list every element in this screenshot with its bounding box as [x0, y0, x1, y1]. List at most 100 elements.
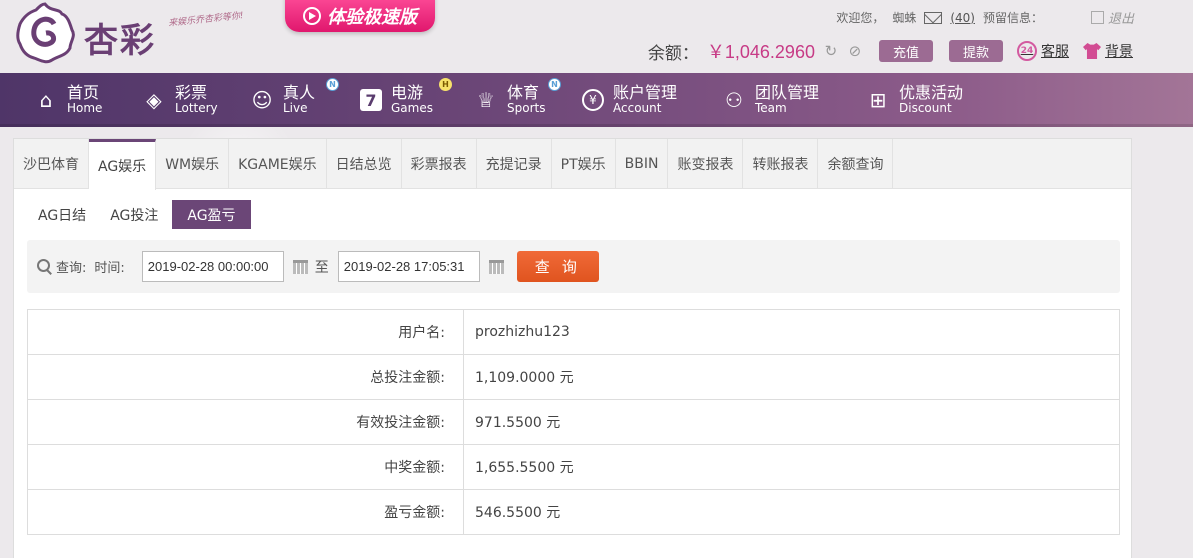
tab-shaba-sports[interactable]: 沙巴体育 [14, 139, 89, 189]
time-label: 时间: [94, 261, 125, 276]
nav-item-discount[interactable]: ⊞ 优惠活动 Discount [866, 73, 963, 127]
subtab-ag-daily[interactable]: AG日结 [28, 200, 96, 229]
hot-badge: H [439, 78, 452, 91]
calendar-icon[interactable] [292, 259, 308, 274]
balance-value: ￥1,046.2960 [706, 42, 815, 62]
table-row: 总投注金额: 1,109.0000 元 [27, 354, 1120, 400]
nav-label-cn: 体育 [507, 83, 540, 103]
query-bar: 查询: 时间: 至 查 询 [27, 240, 1120, 293]
service-24-icon: 24 [1017, 41, 1037, 61]
nav-label-en: Home [67, 101, 103, 116]
table-row: 中奖金额: 1,655.5500 元 [27, 444, 1120, 490]
welcome-text: 欢迎您， [836, 11, 885, 25]
balance-row: 余额： ￥1,046.2960 ↻ ⊘ 充值 提款 24 客服 背景 [648, 38, 1133, 64]
mail-count-link[interactable]: (40) [950, 11, 975, 25]
nav-item-games[interactable]: 7 电游 Games H [360, 73, 452, 127]
header: 杏彩 来娱乐乔杏彩等你! 体验极速版 欢迎您， 蜘蛛 (40) 预留信息： 退出… [0, 0, 1193, 73]
nav-label-en: Games [391, 101, 433, 116]
edit-icon [1090, 11, 1104, 24]
shirt-icon [1083, 43, 1101, 59]
row-value: prozhizhu123 [463, 309, 1120, 355]
row-value: 1,109.0000 元 [463, 354, 1120, 400]
tab-daily-overview[interactable]: 日结总览 [327, 139, 402, 189]
logout-label: 退出 [1107, 12, 1134, 27]
nav-label-en: Team [755, 101, 787, 116]
report-tabs: 沙巴体育 AG娱乐 WM娱乐 KGAME娱乐 日结总览 彩票报表 充提记录 PT… [14, 139, 1131, 190]
table-row: 有效投注金额: 971.5500 元 [27, 399, 1120, 445]
notice-label: 预留信息： [982, 11, 1043, 25]
tab-balance-query[interactable]: 余额查询 [818, 139, 894, 189]
logo-icon[interactable] [14, 2, 76, 64]
background-label: 背景 [1105, 44, 1133, 60]
deposit-button[interactable]: 充值 [878, 40, 933, 62]
withdraw-button[interactable]: 提款 [948, 40, 1003, 62]
nav-label-cn: 账户管理 [613, 83, 678, 103]
subtab-ag-bets[interactable]: AG投注 [100, 200, 168, 229]
gift-icon: ⊞ [869, 88, 887, 112]
tab-lottery-report[interactable]: 彩票报表 [402, 139, 477, 189]
query-label: 查询: [56, 261, 87, 276]
logout-link[interactable]: 退出 [1090, 8, 1134, 27]
row-label: 中奖金额: [27, 444, 464, 490]
dealer-icon: ☺ [251, 88, 273, 112]
background-link[interactable]: 背景 [1083, 41, 1133, 61]
query-button[interactable]: 查 询 [516, 251, 599, 282]
calendar-icon[interactable] [488, 259, 504, 274]
balance-label: 余额： [647, 43, 699, 64]
nav-label-cn: 电游 [391, 83, 424, 103]
logo-text: 杏彩 [84, 21, 156, 61]
refresh-icon[interactable]: ↻ [823, 43, 839, 59]
nav-label-en: Lottery [175, 101, 218, 116]
nav-item-sports[interactable]: ♕ 体育 Sports N [474, 73, 561, 127]
nav-label-en: Account [613, 101, 662, 116]
table-row: 用户名: prozhizhu123 [27, 309, 1120, 355]
promo-banner[interactable]: 体验极速版 [285, 0, 435, 32]
table-row: 盈亏金额: 546.5500 元 [27, 489, 1120, 535]
new-badge: N [548, 78, 561, 91]
search-icon [37, 259, 52, 274]
service-link[interactable]: 24 客服 [1017, 41, 1069, 61]
nav-label-cn: 优惠活动 [899, 83, 964, 103]
subtab-ag-profit[interactable]: AG盈亏 [172, 200, 251, 229]
row-value: 971.5500 元 [463, 399, 1120, 445]
service-label: 客服 [1041, 44, 1069, 60]
nav-item-account[interactable]: ¥ 账户管理 Account [582, 73, 677, 127]
user-info: 欢迎您， 蜘蛛 (40) 预留信息： [836, 9, 1043, 26]
play-icon [303, 7, 321, 25]
report-panel: 沙巴体育 AG娱乐 WM娱乐 KGAME娱乐 日结总览 彩票报表 充提记录 PT… [13, 138, 1132, 558]
profit-table: 用户名: prozhizhu123 总投注金额: 1,109.0000 元 有效… [27, 309, 1120, 535]
home-icon: ⌂ [39, 88, 53, 112]
team-icon: ⚇ [725, 88, 743, 112]
tab-wm[interactable]: WM娱乐 [156, 139, 230, 189]
nav-label-cn: 团队管理 [755, 83, 820, 103]
nav-item-lottery[interactable]: ◈ 彩票 Lottery [142, 73, 218, 127]
username: 蜘蛛 [892, 11, 917, 25]
main-nav: ⌂ 首页 Home ◈ 彩票 Lottery ☺ 真人 Live N 7 电游 Game… [0, 73, 1193, 127]
tab-bbin[interactable]: BBIN [616, 139, 669, 189]
ticket-icon: ◈ [146, 88, 162, 112]
tab-ag[interactable]: AG娱乐 [89, 139, 157, 190]
hide-balance-icon[interactable]: ⊘ [847, 43, 863, 59]
nav-item-team[interactable]: ⚇ 团队管理 Team [722, 73, 819, 127]
nav-label-en: Live [283, 101, 308, 116]
promo-banner-label: 体验极速版 [327, 7, 417, 28]
seven-icon: 7 [360, 89, 382, 111]
tab-kgame[interactable]: KGAME娱乐 [229, 139, 327, 189]
tab-transfer-report[interactable]: 转账报表 [743, 139, 819, 189]
nav-item-home[interactable]: ⌂ 首页 Home [34, 73, 103, 127]
tab-pt[interactable]: PT娱乐 [552, 139, 616, 189]
nav-label-cn: 首页 [67, 83, 100, 103]
nav-label-en: Sports [507, 101, 546, 116]
row-value: 546.5500 元 [463, 489, 1120, 535]
new-badge: N [326, 78, 339, 91]
tab-deposit-records[interactable]: 充提记录 [477, 139, 552, 189]
mail-icon[interactable] [924, 11, 943, 24]
nav-label-cn: 彩票 [175, 83, 208, 103]
trophy-icon: ♕ [477, 88, 495, 112]
row-label: 用户名: [27, 309, 464, 355]
nav-label-en: Discount [899, 101, 952, 116]
end-date-input[interactable] [337, 251, 480, 282]
nav-item-live[interactable]: ☺ 真人 Live N [250, 73, 339, 127]
start-date-input[interactable] [141, 251, 284, 282]
tab-account-change[interactable]: 账变报表 [668, 139, 744, 189]
